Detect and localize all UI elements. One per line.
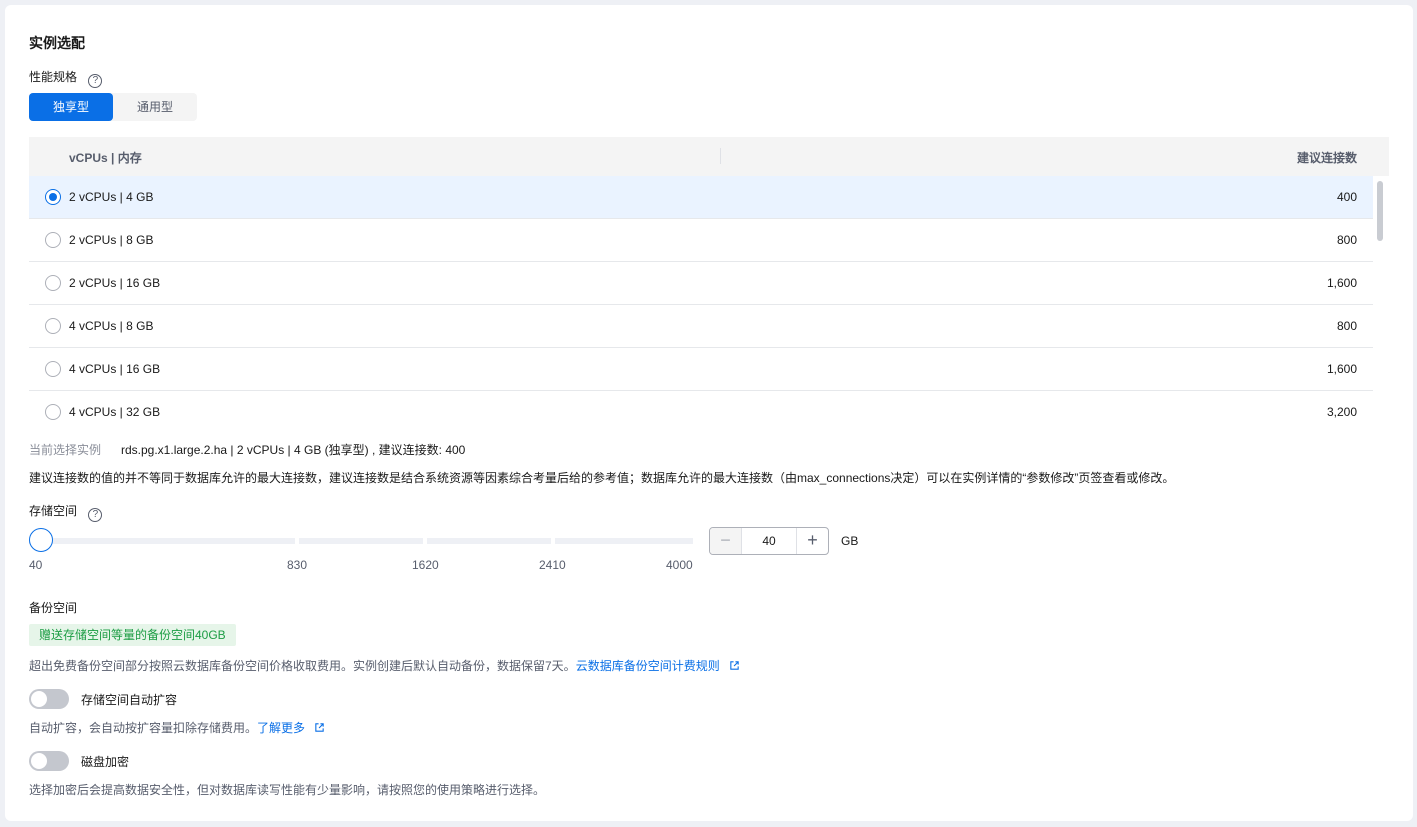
table-row[interactable]: 2 vCPUs | 8 GB 800 (29, 219, 1373, 262)
slider-tick: 4000 (666, 558, 693, 572)
connections-note: 建议连接数的值的并不等同于数据库允许的最大连接数，建议连接数是结合系统资源等因素… (29, 471, 1175, 485)
radio-icon[interactable] (45, 275, 61, 291)
slider-segment[interactable] (29, 538, 295, 544)
header-divider (720, 148, 721, 164)
storage-label: 存储空间 (29, 504, 78, 518)
slider-tick: 1620 (412, 558, 439, 572)
external-link-icon[interactable] (314, 722, 325, 733)
table-scrollbar[interactable] (1377, 181, 1383, 241)
header-connections: 建议连接数 (1296, 151, 1357, 165)
autoscale-desc-row: 自动扩容，会自动按扩容量扣除存储费用。了解更多 (29, 719, 325, 736)
slider-segment[interactable] (555, 538, 693, 544)
encrypt-desc: 选择加密后会提高数据安全性，但对数据库读写性能有少量影响，请按照您的使用策略进行… (29, 783, 546, 797)
row-connections: 1,600 (1326, 362, 1357, 376)
row-spec: 2 vCPUs | 16 GB (69, 276, 161, 290)
row-spec: 2 vCPUs | 8 GB (69, 233, 154, 247)
table-row[interactable]: 4 vCPUs | 8 GB 800 (29, 305, 1373, 348)
table-row[interactable]: 4 vCPUs | 32 GB 3,200 (29, 391, 1373, 427)
perf-label-row: 性能规格 ? (29, 68, 103, 88)
external-link-icon[interactable] (729, 660, 740, 671)
row-connections: 800 (1336, 319, 1357, 333)
autoscale-label: 存储空间自动扩容 (81, 693, 178, 707)
toggle-knob (31, 753, 47, 769)
instance-config-panel: 实例选配 性能规格 ? 独享型 通用型 vCPUs | 内存 建议连接数 2 v… (5, 5, 1413, 821)
tab-dedicated[interactable]: 独享型 (29, 93, 114, 121)
row-spec: 4 vCPUs | 8 GB (69, 319, 154, 333)
learn-more-link[interactable]: 了解更多 (257, 721, 305, 735)
table-row[interactable]: 2 vCPUs | 4 GB 400 (29, 176, 1373, 219)
slider-segment[interactable] (299, 538, 423, 544)
perf-label: 性能规格 (29, 70, 78, 84)
current-selection-label: 当前选择实例 (29, 443, 102, 457)
slider-tick: 2410 (539, 558, 566, 572)
autoscale-desc: 自动扩容，会自动按扩容量扣除存储费用。 (29, 721, 258, 735)
slider-tick: 830 (287, 558, 308, 572)
perf-type-tabs: 独享型 通用型 (29, 93, 198, 121)
radio-icon[interactable] (45, 232, 61, 248)
minus-icon[interactable]: − (710, 528, 742, 554)
plus-icon[interactable]: + (796, 528, 828, 554)
perf-help-icon[interactable]: ? (88, 74, 103, 88)
row-connections: 3,200 (1326, 405, 1357, 419)
backup-desc: 超出免费备份空间部分按照云数据库备份空间价格收取费用。实例创建后默认自动备份，数… (29, 659, 576, 673)
radio-icon[interactable] (45, 189, 61, 205)
backup-desc-row: 超出免费备份空间部分按照云数据库备份空间价格收取费用。实例创建后默认自动备份，数… (29, 657, 740, 674)
row-connections: 1,600 (1326, 276, 1357, 290)
table-row[interactable]: 2 vCPUs | 16 GB 1,600 (29, 262, 1373, 305)
current-selection-value: rds.pg.x1.large.2.ha | 2 vCPUs | 4 GB (独… (121, 443, 466, 457)
backup-billing-link[interactable]: 云数据库备份空间计费规则 (576, 659, 720, 673)
section-title: 实例选配 (29, 35, 85, 51)
table-header: vCPUs | 内存 建议连接数 (29, 137, 1389, 176)
tab-general[interactable]: 通用型 (113, 93, 197, 121)
backup-badge: 赠送存储空间等量的备份空间40GB (29, 624, 236, 646)
row-connections: 800 (1336, 233, 1357, 247)
header-spec: vCPUs | 内存 (69, 151, 142, 165)
storage-slider-thumb[interactable] (29, 528, 53, 552)
row-connections: 400 (1336, 190, 1357, 204)
radio-icon[interactable] (45, 318, 61, 334)
storage-label-row: 存储空间 ? (29, 502, 103, 522)
slider-segment[interactable] (427, 538, 551, 544)
table-row[interactable]: 4 vCPUs | 16 GB 1,600 (29, 348, 1373, 391)
radio-icon[interactable] (45, 361, 61, 377)
backup-label: 备份空间 (29, 601, 78, 615)
storage-stepper: − + (709, 527, 829, 555)
radio-icon[interactable] (45, 404, 61, 420)
storage-help-icon[interactable]: ? (88, 508, 103, 522)
encrypt-toggle[interactable] (29, 751, 69, 771)
toggle-knob (31, 691, 47, 707)
storage-input[interactable] (742, 528, 796, 554)
storage-unit: GB (841, 534, 859, 548)
row-spec: 4 vCPUs | 32 GB (69, 405, 161, 419)
encrypt-label: 磁盘加密 (81, 755, 130, 769)
row-spec: 2 vCPUs | 4 GB (69, 190, 154, 204)
spec-table: vCPUs | 内存 建议连接数 2 vCPUs | 4 GB 400 2 vC… (29, 137, 1389, 427)
row-spec: 4 vCPUs | 16 GB (69, 362, 161, 376)
autoscale-toggle[interactable] (29, 689, 69, 709)
slider-tick: 40 (29, 558, 43, 572)
